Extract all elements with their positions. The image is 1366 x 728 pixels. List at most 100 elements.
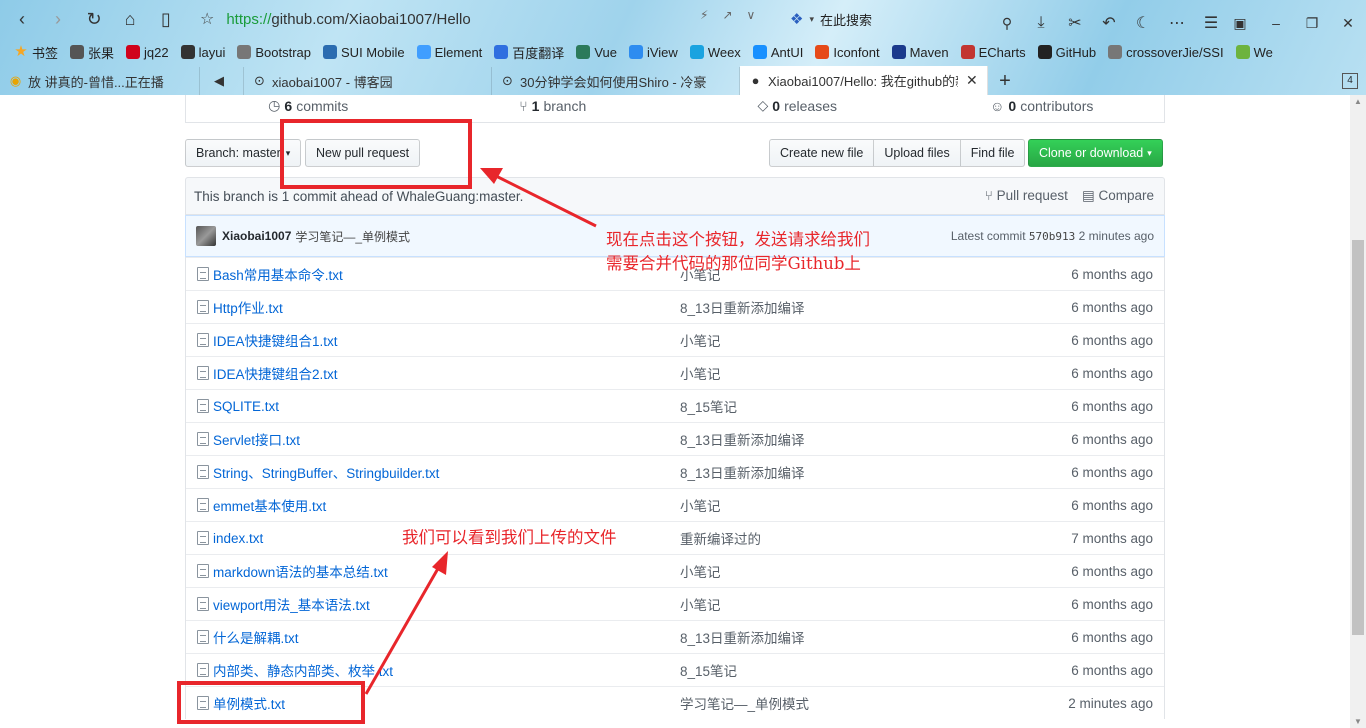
file-name-link[interactable]: String、StringBuffer、Stringbuilder.txt xyxy=(213,462,680,482)
file-age: 6 months ago xyxy=(1071,662,1153,678)
bookmark-item[interactable]: Element xyxy=(416,45,482,60)
share-icon[interactable]: ↗ xyxy=(722,8,732,22)
bookmark-item[interactable]: Iconfont xyxy=(815,45,880,60)
bookmark-item[interactable]: AntUI xyxy=(752,45,803,60)
more-icon[interactable]: ⋯ xyxy=(1160,4,1194,42)
weex-icon xyxy=(689,45,704,59)
pull-request-link[interactable]: ⑂ Pull request xyxy=(985,188,1068,204)
bookmark-item[interactable]: 百度翻译 xyxy=(494,43,564,62)
page-scrollbar[interactable]: ▲ ▼ xyxy=(1350,95,1366,728)
restore-icon[interactable]: ❐ xyxy=(1294,4,1330,42)
tab-github-active[interactable]: ● Xiaobai1007/Hello: 我在github的新 ✕ xyxy=(740,66,988,95)
bookmark-item[interactable]: layui xyxy=(180,45,225,60)
file-commit-message[interactable]: 学习笔记—_单例模式 xyxy=(680,693,1024,713)
find-file-button[interactable]: Find file xyxy=(959,139,1026,167)
file-commit-message[interactable]: 8_15笔记 xyxy=(680,660,1024,680)
create-new-file-button[interactable]: Create new file xyxy=(769,139,875,167)
lightning-icon[interactable]: ⚡ xyxy=(700,8,708,22)
bookmark-item[interactable]: Maven xyxy=(891,45,949,60)
file-commit-message[interactable]: 小笔记 xyxy=(680,495,1024,515)
branch-count[interactable]: ⑂ 1 branch xyxy=(431,95,676,122)
bookmark-item[interactable]: 张果 xyxy=(70,43,114,62)
new-tab-icon[interactable]: + xyxy=(988,67,1022,95)
scrollbar-thumb[interactable] xyxy=(1352,240,1364,635)
file-commit-message[interactable]: 小笔记 xyxy=(680,561,1024,581)
pull-request-icon: ⑂ xyxy=(984,188,993,203)
bookmark-item[interactable]: GitHub xyxy=(1037,45,1096,60)
home-icon[interactable]: ⌂ xyxy=(112,0,148,38)
skin-icon[interactable]: ▣ xyxy=(1222,4,1258,42)
bookmark-item[interactable]: crossoverJie/SSI xyxy=(1108,45,1224,60)
search-box[interactable]: ❖ ▾ 在此搜索 xyxy=(790,6,990,32)
file-name-link[interactable]: Http作业.txt xyxy=(213,297,680,317)
reading-mode-icon[interactable]: ▯ xyxy=(148,0,184,38)
download-icon[interactable]: ⤓ xyxy=(1024,4,1058,42)
bookmark-item[interactable]: Vue xyxy=(576,45,617,60)
baidu-paw-icon[interactable]: ❖ xyxy=(790,10,803,28)
bookmark-item[interactable]: We xyxy=(1235,45,1273,60)
table-row: SQLITE.txt 8_15笔记 6 months ago xyxy=(186,389,1164,422)
favorite-star-icon[interactable]: ☆ xyxy=(200,9,214,29)
undo-icon[interactable]: ↶ xyxy=(1092,4,1126,42)
bookmark-item[interactable]: SUI Mobile xyxy=(323,45,405,60)
file-name-link[interactable]: SQLITE.txt xyxy=(213,399,680,414)
avatar[interactable] xyxy=(196,226,216,246)
bookmark-item[interactable]: Bootstrap xyxy=(237,45,311,60)
screenshot-scissors-icon[interactable]: ✂ xyxy=(1058,4,1092,42)
chevron-down-icon[interactable]: ∨ xyxy=(747,8,756,22)
search-icon[interactable]: ⚲ xyxy=(990,4,1024,42)
clone-or-download-button[interactable]: Clone or download ▾ xyxy=(1028,139,1163,167)
file-commit-message[interactable]: 小笔记 xyxy=(680,594,1024,614)
compare-link[interactable]: ▤ Compare xyxy=(1082,188,1154,204)
forward-icon[interactable]: › xyxy=(40,0,76,38)
tab-close-icon[interactable]: ✕ xyxy=(966,72,978,89)
file-name-link[interactable]: 内部类、静态内部类、枚举.txt xyxy=(213,660,680,680)
bookmark-item[interactable]: iView xyxy=(628,45,678,60)
scroll-down-icon[interactable]: ▼ xyxy=(1354,717,1362,726)
contributors-count[interactable]: ☺ 0 contributors xyxy=(920,95,1165,122)
file-icon xyxy=(197,663,209,677)
upload-files-button[interactable]: Upload files xyxy=(873,139,961,167)
file-commit-message[interactable]: 小笔记 xyxy=(680,363,1024,383)
file-name-link[interactable]: viewport用法_基本语法.txt xyxy=(213,594,680,614)
antui-icon xyxy=(752,45,767,59)
commit-author-link[interactable]: Xiaobai1007 xyxy=(222,229,291,243)
search-engine-dropdown-icon[interactable]: ▾ xyxy=(809,14,814,25)
commits-count[interactable]: ◷ 6 commits xyxy=(186,95,431,122)
file-commit-message[interactable]: 重新编译过的 xyxy=(680,528,1024,548)
file-commit-message[interactable]: 小笔记 xyxy=(680,330,1024,350)
refresh-icon[interactable]: ↻ xyxy=(76,0,112,38)
commit-sha-link[interactable]: 570b913 xyxy=(1029,230,1075,243)
file-commit-message[interactable]: 8_13日重新添加编译 xyxy=(680,297,1024,317)
file-name-link[interactable]: IDEA快捷键组合2.txt xyxy=(213,363,680,383)
file-commit-message[interactable]: 8_13日重新添加编译 xyxy=(680,462,1024,482)
close-icon[interactable]: ✕ xyxy=(1330,4,1366,42)
tab-shiro[interactable]: ⊙ 30分钟学会如何使用Shiro - 冷豪 xyxy=(492,67,740,95)
file-commit-message[interactable]: 8_15笔记 xyxy=(680,396,1024,416)
bookmark-item[interactable]: ★ 书签 xyxy=(14,43,58,62)
releases-count[interactable]: ◇ 0 releases xyxy=(675,95,920,122)
bookmark-item[interactable]: ECharts xyxy=(960,45,1026,60)
back-icon[interactable]: ‹ xyxy=(4,0,40,38)
tab-speaker[interactable]: ◀ xyxy=(200,67,244,95)
jq22-icon xyxy=(126,45,141,59)
bookmark-item[interactable]: jq22 xyxy=(126,45,169,60)
file-name-link[interactable]: emmet基本使用.txt xyxy=(213,495,680,515)
tab-music[interactable]: ◉ 放 讲真的-曾惜...正在播 xyxy=(0,67,200,95)
tab-count-badge[interactable]: 4 xyxy=(1342,73,1358,89)
commit-message[interactable]: 学习笔记—_单例模式 xyxy=(295,228,410,245)
table-row: String、StringBuffer、Stringbuilder.txt 8_1… xyxy=(186,455,1164,488)
file-commit-message[interactable]: 8_13日重新添加编译 xyxy=(680,429,1024,449)
file-name-link[interactable]: IDEA快捷键组合1.txt xyxy=(213,330,680,350)
speaker-icon[interactable]: ◀ xyxy=(212,73,227,89)
scroll-up-icon[interactable]: ▲ xyxy=(1354,97,1362,106)
night-mode-icon[interactable]: ☾ xyxy=(1126,4,1160,42)
minimize-icon[interactable]: – xyxy=(1258,4,1294,42)
file-commit-message[interactable]: 8_13日重新添加编译 xyxy=(680,627,1024,647)
address-bar[interactable]: ☆ https://github.com/Xiaobai1007/Hello xyxy=(200,4,780,34)
file-name-link[interactable]: Servlet接口.txt xyxy=(213,429,680,449)
bookmark-item[interactable]: Weex xyxy=(689,45,741,60)
tab-blog[interactable]: ⊙ xiaobai1007 - 博客园 xyxy=(244,67,492,95)
file-name-link[interactable]: markdown语法的基本总结.txt xyxy=(213,561,680,581)
file-name-link[interactable]: 什么是解耦.txt xyxy=(213,627,680,647)
